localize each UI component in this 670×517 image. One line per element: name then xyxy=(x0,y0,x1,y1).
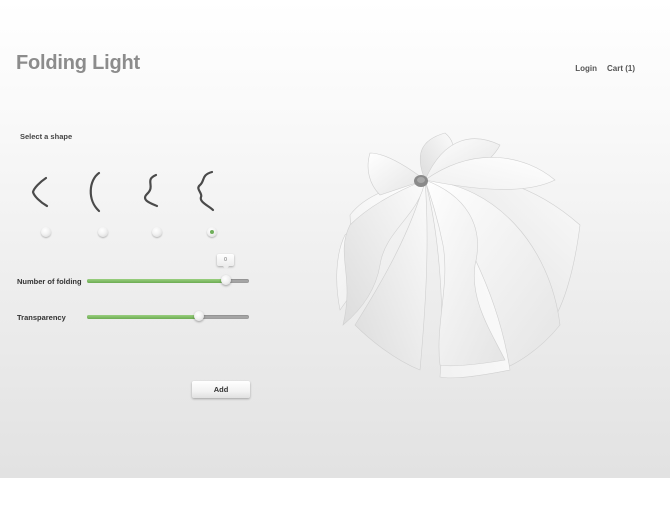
top-nav: Login Cart (1) xyxy=(575,64,635,73)
folding-slider-handle[interactable] xyxy=(221,275,232,285)
lamp-preview xyxy=(325,125,590,385)
shape-options xyxy=(22,168,232,216)
shape-radio-arc[interactable] xyxy=(98,227,108,237)
shape-selector-label: Select a shape xyxy=(20,132,73,141)
brand-title[interactable]: Folding Light xyxy=(16,52,140,75)
shape-radio-angle[interactable] xyxy=(41,227,51,237)
transparency-slider-fill xyxy=(87,315,199,319)
shape-radio-double-wave[interactable] xyxy=(152,227,162,237)
shape-option-angle[interactable] xyxy=(22,168,62,216)
shape-radio-triple-wave[interactable] xyxy=(207,227,217,237)
folding-value-tooltip: 0 xyxy=(217,254,234,270)
shape-option-triple-wave[interactable] xyxy=(187,168,227,216)
arc-curve-icon xyxy=(89,171,101,213)
folding-slider-fill xyxy=(87,279,227,283)
page-canvas: Folding Light Login Cart (1) Select a sh… xyxy=(0,0,670,478)
cart-link[interactable]: Cart (1) xyxy=(607,64,635,73)
folded-paper-lamp-image xyxy=(336,132,581,379)
double-wave-icon xyxy=(143,173,159,208)
angle-curve-icon xyxy=(31,176,49,208)
shape-option-double-wave[interactable] xyxy=(132,168,172,216)
transparency-slider[interactable] xyxy=(87,311,249,321)
shape-option-arc[interactable] xyxy=(77,168,117,216)
transparency-slider-handle[interactable] xyxy=(193,311,204,321)
triple-wave-icon xyxy=(197,170,215,212)
folding-slider-label: Number of folding xyxy=(17,277,82,286)
transparency-slider-label: Transparency xyxy=(17,313,66,322)
add-button[interactable]: Add xyxy=(192,381,250,398)
page-footer-band xyxy=(0,478,670,517)
folding-slider[interactable] xyxy=(87,275,249,285)
login-link[interactable]: Login xyxy=(575,64,597,73)
